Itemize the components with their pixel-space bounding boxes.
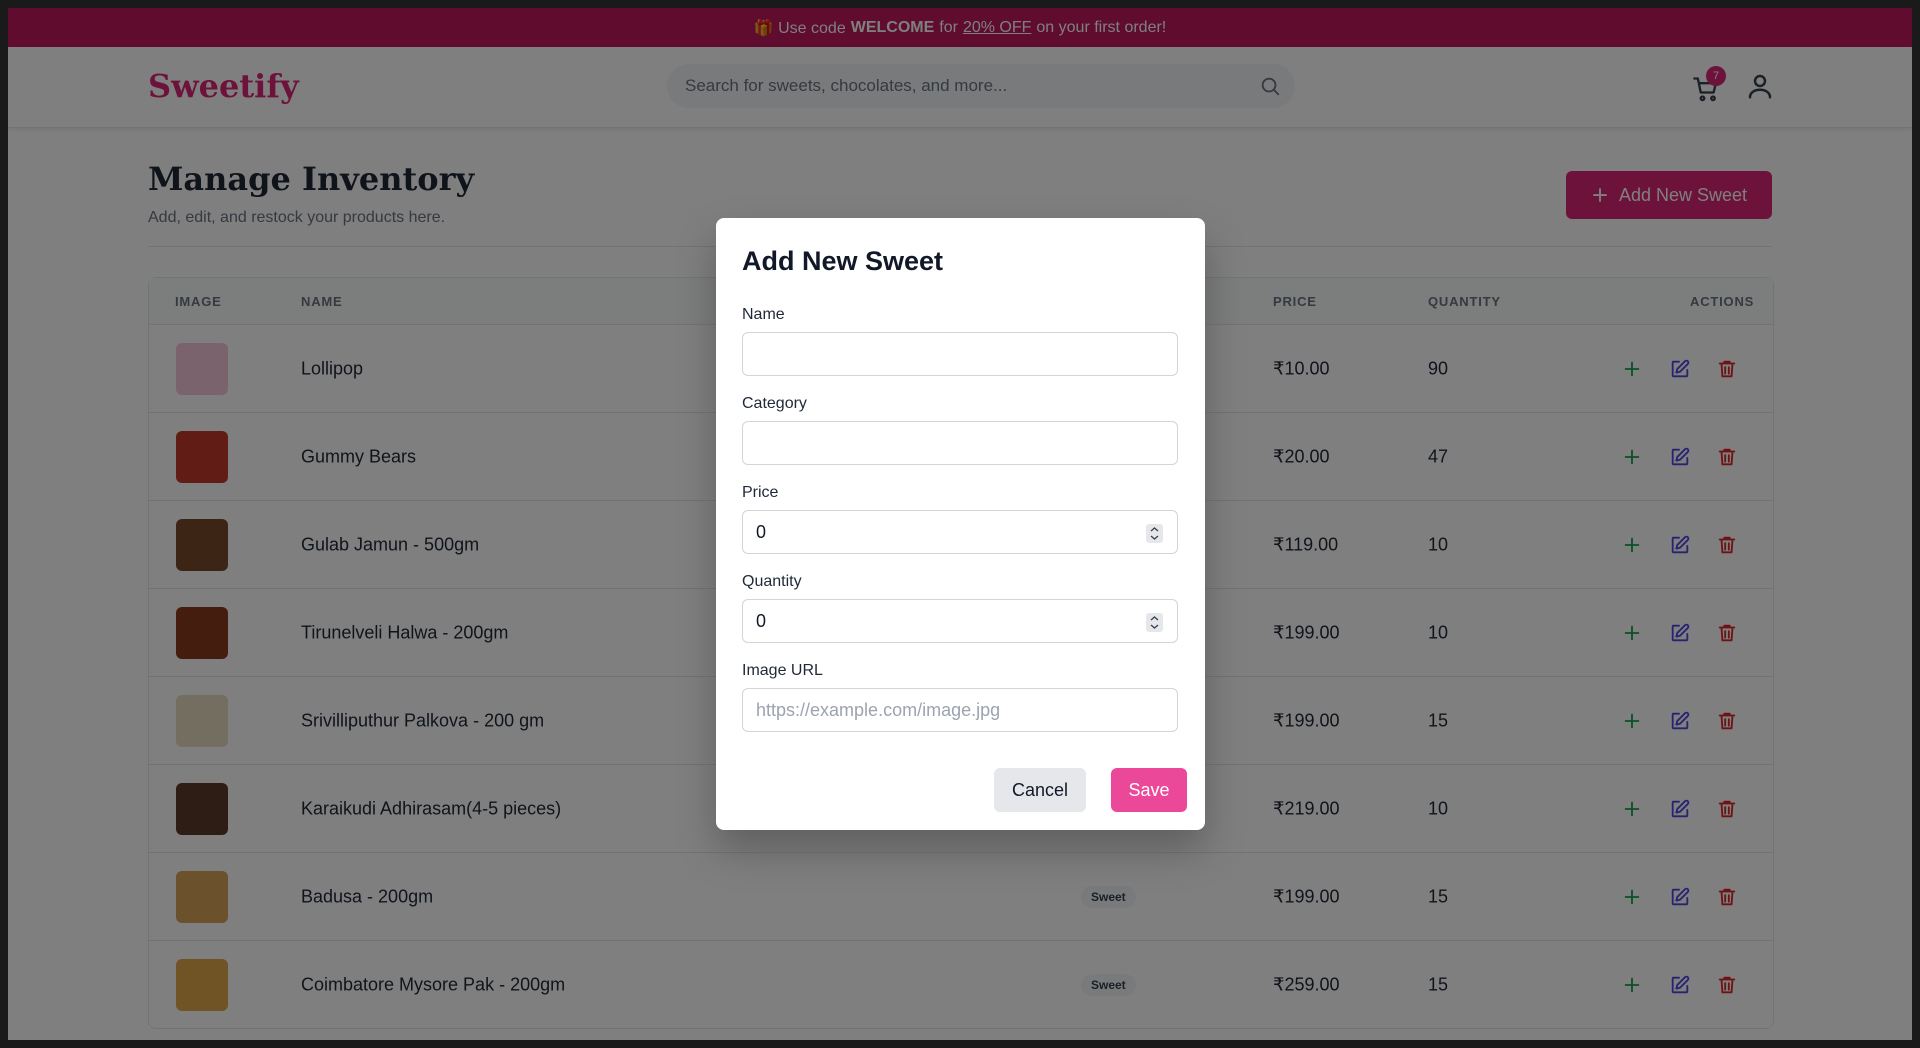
price-label: Price <box>742 484 779 501</box>
quantity-value: 0 <box>756 610 767 631</box>
app-window: 🎁 Use code WELCOME for 20% OFF on your f… <box>8 8 1912 1040</box>
price-stepper[interactable] <box>1146 524 1163 543</box>
save-button[interactable]: Save <box>1111 768 1187 812</box>
category-field[interactable] <box>742 421 1178 465</box>
quantity-field[interactable]: 0 <box>742 599 1178 643</box>
stepper-arrows-icon <box>1150 527 1159 540</box>
cancel-button[interactable]: Cancel <box>994 768 1086 812</box>
price-value: 0 <box>756 521 767 542</box>
name-label: Name <box>742 306 785 323</box>
stepper-arrows-icon <box>1150 616 1159 629</box>
image-url-field[interactable]: https://example.com/image.jpg <box>742 688 1178 732</box>
price-field[interactable]: 0 <box>742 510 1178 554</box>
category-label: Category <box>742 395 807 412</box>
image-url-label: Image URL <box>742 662 823 679</box>
modal-overlay[interactable]: Add New Sweet Name Category Price 0 Quan… <box>8 8 1912 1040</box>
modal-title: Add New Sweet <box>742 246 944 276</box>
quantity-stepper[interactable] <box>1146 613 1163 632</box>
name-field[interactable] <box>742 332 1178 376</box>
add-sweet-modal: Add New Sweet Name Category Price 0 Quan… <box>716 218 1205 830</box>
quantity-label: Quantity <box>742 573 802 590</box>
